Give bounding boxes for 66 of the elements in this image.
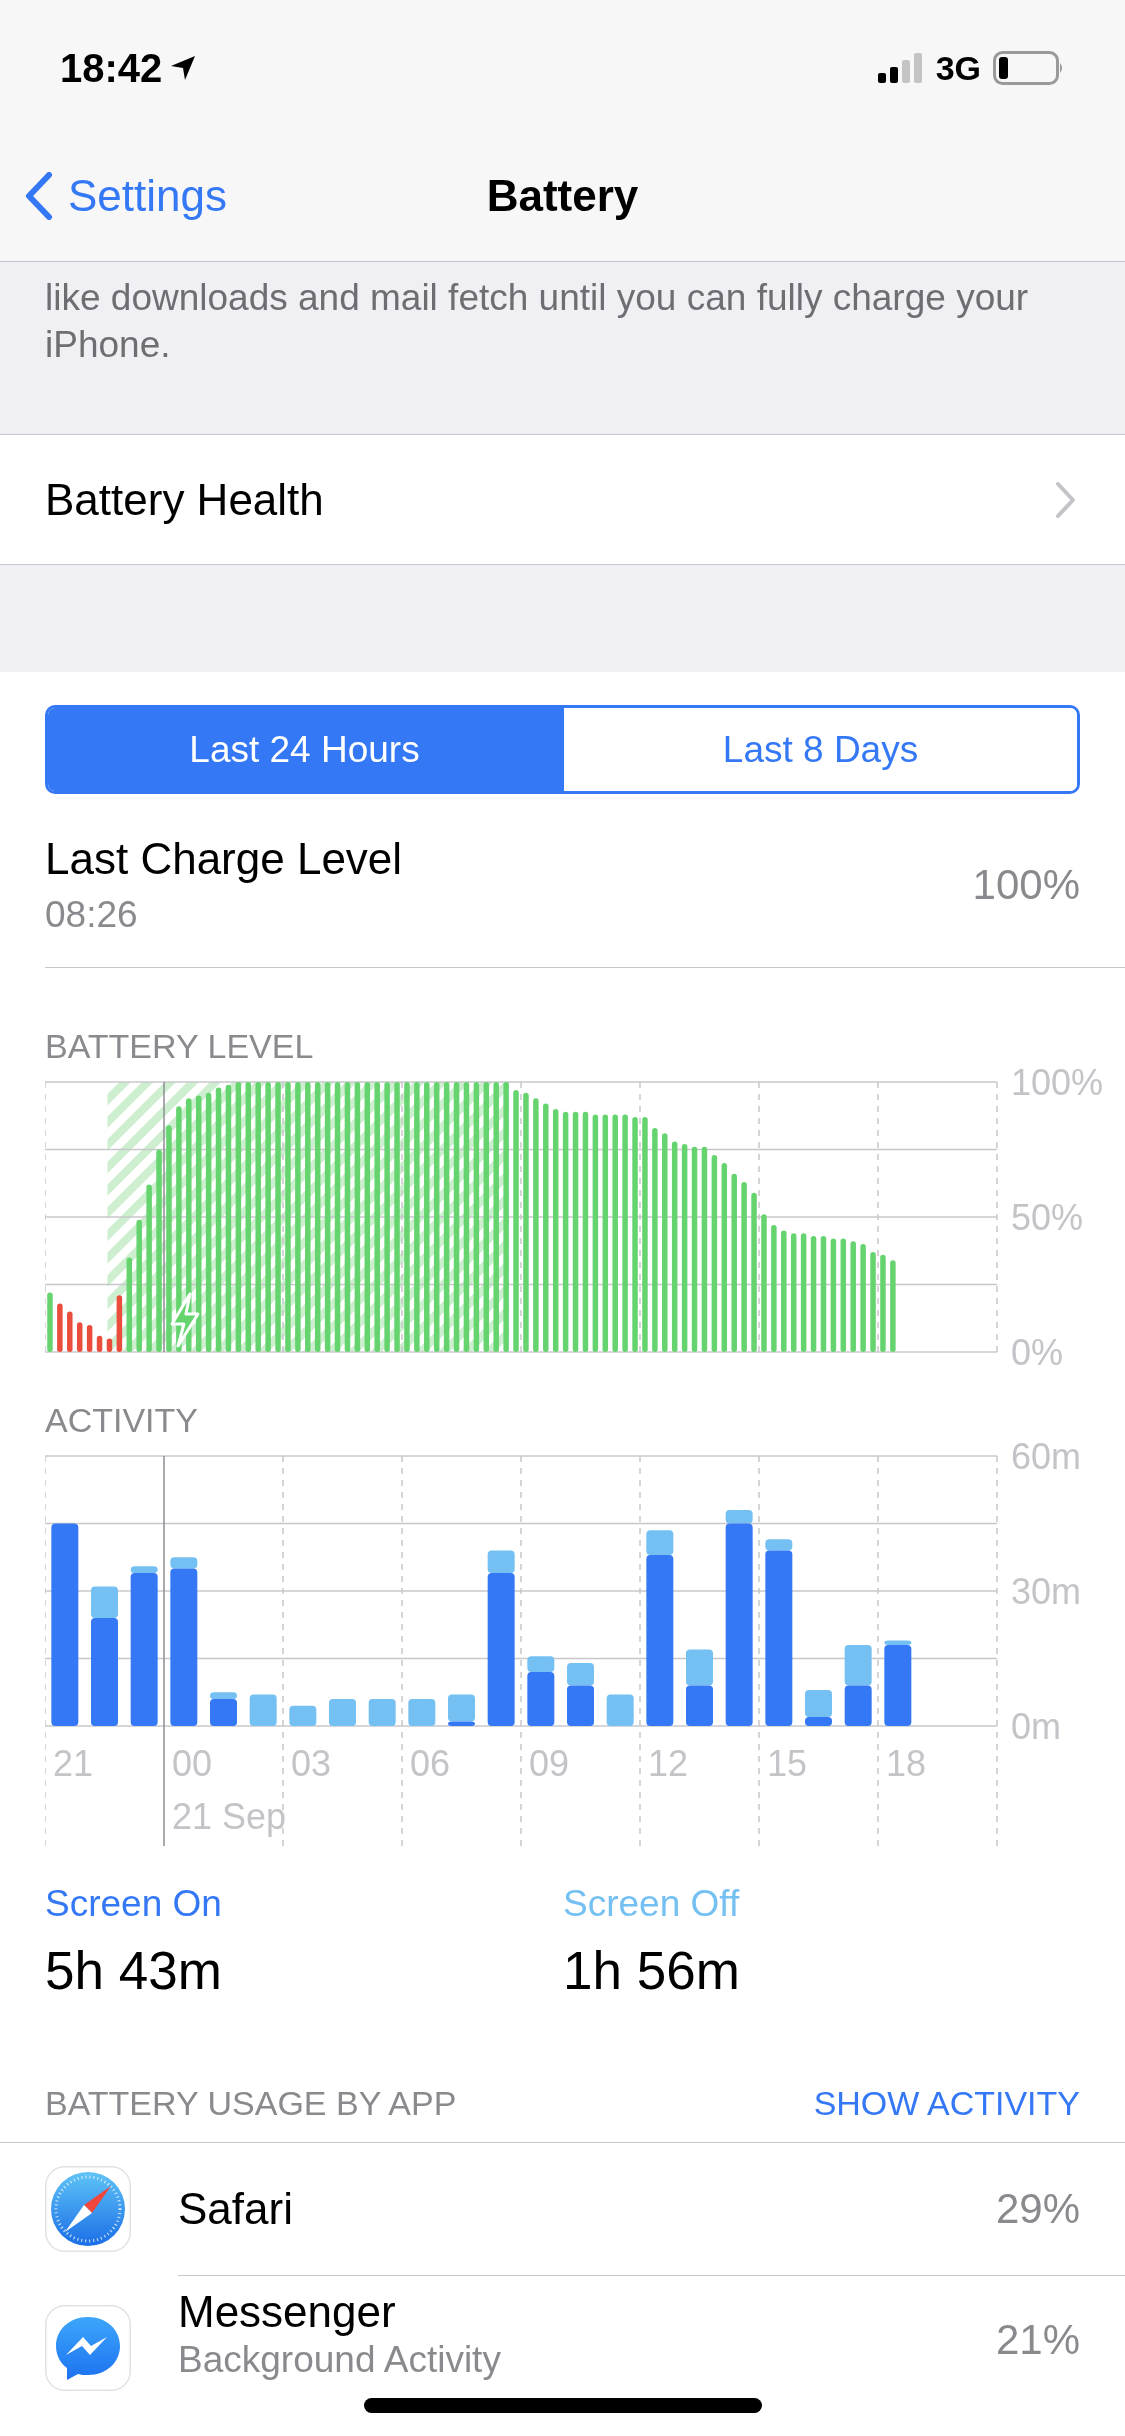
- chevron-icon: [1055, 480, 1077, 519]
- charge-value: 100%: [972, 861, 1080, 909]
- activity-bar: [844, 1685, 872, 1726]
- app-name: Safari: [178, 2183, 293, 2235]
- section-header: BATTERY USAGE BY APP: [45, 2083, 457, 2124]
- axis-label: 06: [410, 1743, 451, 1784]
- summary-value: 5h 43m: [45, 1940, 223, 2002]
- axis-label: 12: [648, 1743, 689, 1784]
- summary-value: 1h 56m: [563, 1940, 741, 2002]
- charging-icon: [170, 1292, 200, 1348]
- status-time: 18:42: [60, 45, 163, 91]
- chart-title: ACTIVITY: [45, 1400, 200, 1440]
- axis-label: 30m: [1011, 1570, 1082, 1612]
- compass-icon: [45, 2166, 131, 2252]
- activity-bar: [289, 1705, 317, 1726]
- activity-bar: [249, 1694, 277, 1726]
- app-percent: 21%: [995, 2316, 1080, 2364]
- chat-bolt-icon: [45, 2305, 131, 2391]
- axis-label: 18: [886, 1743, 927, 1784]
- battery-bar: [57, 1303, 63, 1352]
- activity-bar: [686, 1685, 713, 1726]
- date-label: 21 Sep: [172, 1796, 287, 1837]
- app-row[interactable]: Safari 29%: [0, 2143, 1125, 2275]
- page-title: Battery: [486, 170, 639, 221]
- battery-bar: [106, 1338, 113, 1352]
- range-tab[interactable]: Last 8 Days: [561, 708, 1077, 791]
- battery-bar: [76, 1322, 83, 1352]
- activity-bar: [329, 1699, 356, 1726]
- legend-label: Screen On: [45, 1882, 223, 1926]
- activity-bar: [686, 1649, 713, 1686]
- app-percent: 29%: [995, 2185, 1080, 2233]
- charge-time: 08:26: [45, 893, 139, 937]
- battery-bar: [47, 1292, 53, 1352]
- battery-icon: [993, 51, 1065, 85]
- axis-label: 03: [291, 1743, 332, 1784]
- axis-label: 15: [767, 1743, 808, 1784]
- axis-label: 60m: [1011, 1440, 1082, 1477]
- axis-label: 100%: [1011, 1066, 1104, 1103]
- signal-icon: [877, 53, 924, 83]
- chart-title: BATTERY LEVEL: [45, 1026, 315, 1066]
- chevron-icon: [24, 171, 54, 220]
- activity-bar: [844, 1645, 872, 1686]
- battery-bar: [116, 1295, 123, 1352]
- activity-bar: [606, 1694, 634, 1726]
- battery-bar: [67, 1311, 73, 1352]
- axis-label: 0%: [1011, 1331, 1064, 1372]
- location-icon: [170, 55, 197, 81]
- axis-label: 00: [172, 1743, 213, 1784]
- app-name: Messenger: [178, 2286, 397, 2338]
- axis-label: 50%: [1011, 1196, 1084, 1238]
- network-label: 3G: [935, 48, 981, 88]
- app-subtitle: Background Activity: [178, 2338, 501, 2382]
- axis-label: 21: [53, 1743, 94, 1784]
- axis-label: 0m: [1011, 1705, 1061, 1747]
- battery-bar: [96, 1335, 103, 1352]
- footnote-text: like downloads and mail fetch until you can fully charge your iPhone.: [45, 276, 1030, 367]
- battery-health-row[interactable]: Battery Health: [0, 434, 1125, 565]
- charge-label: Last Charge Level: [45, 833, 403, 885]
- show-activity-button[interactable]: SHOW ACTIVITY: [813, 2080, 1080, 2126]
- legend-label: Screen Off: [563, 1882, 741, 1926]
- activity-bar: [408, 1699, 436, 1726]
- back-button[interactable]: Settings: [0, 170, 227, 221]
- activity-bar: [368, 1699, 396, 1726]
- axis-label: 09: [529, 1743, 570, 1784]
- battery-bar: [86, 1325, 93, 1352]
- range-tab[interactable]: Last 24 Hours: [48, 708, 561, 791]
